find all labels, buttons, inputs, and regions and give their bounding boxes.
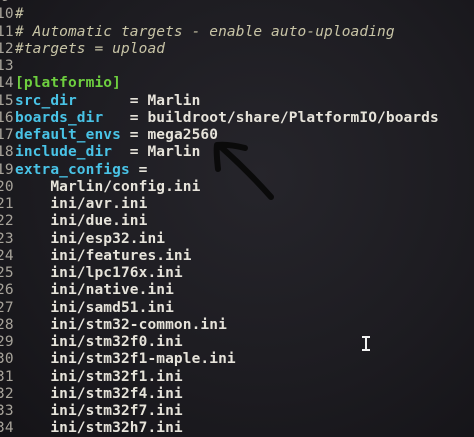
line-number: 11 xyxy=(0,23,14,40)
code-val: ini/samd51.ini xyxy=(15,299,174,316)
terminal-screen: 910#11# Automatic targets - enable auto-… xyxy=(0,0,474,437)
code-key: default_envs xyxy=(15,127,121,143)
line-code: [platformio] xyxy=(15,75,121,92)
code-val: Marlin/config.ini xyxy=(15,178,201,195)
line-number: 27 xyxy=(0,299,14,316)
code-val: = Marlin xyxy=(112,144,201,161)
line-code: include_dir = Marlin xyxy=(15,144,200,161)
line-code: Marlin/config.ini xyxy=(15,179,200,196)
line-code: ini/stm32f4.ini xyxy=(15,386,183,403)
line-code: extra_configs = xyxy=(15,162,147,179)
line-code: ini/due.ini xyxy=(15,213,147,230)
code-val: ini/native.ini xyxy=(15,282,174,299)
line-number: 25 xyxy=(0,265,14,281)
code-val: = Marlin xyxy=(76,92,201,109)
line-number: 18 xyxy=(0,144,14,161)
code-val: = mega2560 xyxy=(120,127,219,143)
line-code: ini/stm32f1-maple.ini xyxy=(15,351,236,368)
code-val: ini/features.ini xyxy=(15,247,192,264)
line-code: ini/stm32f0.ini xyxy=(15,334,183,351)
hand-drawn-arrow-icon xyxy=(213,141,274,200)
code-comment: # xyxy=(15,6,24,23)
code-val: ini/stm32f7.ini xyxy=(15,403,183,419)
line-code: ini/samd51.ini xyxy=(15,300,174,317)
code-val: ini/stm32f1.ini xyxy=(15,368,183,385)
line-number: 14 xyxy=(0,75,14,92)
line-number: 21 xyxy=(0,196,14,212)
line-code: ini/esp32.ini xyxy=(15,231,165,248)
code-val: ini/stm32-common.ini xyxy=(15,316,227,333)
code-val: = buildroot/share/PlatformIO/boards xyxy=(103,109,439,126)
code-val: ini/stm32f0.ini xyxy=(15,334,183,350)
line-code: # xyxy=(15,6,24,23)
line-number: 13 xyxy=(0,58,14,74)
line-number: 29 xyxy=(0,334,14,350)
code-comment: #targets = upload xyxy=(15,40,166,57)
line-code: ini/features.ini xyxy=(15,248,192,265)
line-number: 16 xyxy=(0,109,14,126)
code-val: ini/avr.ini xyxy=(15,196,148,212)
line-code: ini/stm32f7.ini xyxy=(15,403,183,420)
code-val: ini/esp32.ini xyxy=(15,230,166,247)
code-val: ini/stm32f4.ini xyxy=(15,385,183,402)
line-number: 20 xyxy=(0,178,14,195)
code-val: ini/lpc176x.ini xyxy=(15,265,183,281)
code-key: extra_configs xyxy=(15,161,130,178)
line-number: 9 xyxy=(0,0,10,6)
line-number: 28 xyxy=(0,316,14,333)
line-number: 22 xyxy=(0,213,14,230)
line-number: 19 xyxy=(0,161,14,178)
code-key: src_dir xyxy=(15,92,77,109)
line-code: ini/stm32-common.ini xyxy=(15,317,227,334)
line-code: ini/avr.ini xyxy=(15,196,147,213)
code-key: include_dir xyxy=(15,144,113,161)
line-number: 23 xyxy=(0,230,14,247)
line-number: 10 xyxy=(0,6,14,23)
line-number: 34 xyxy=(0,420,14,437)
line-code: ini/stm32h7.ini xyxy=(15,420,183,437)
line-code: src_dir = Marlin xyxy=(15,93,200,110)
code-val: ini/stm32h7.ini xyxy=(15,420,183,437)
line-code: ini/lpc176x.ini xyxy=(15,265,183,282)
text-ibeam-cursor-icon xyxy=(362,335,370,352)
line-number: 17 xyxy=(0,127,14,143)
code-val: ini/due.ini xyxy=(15,213,148,230)
line-code: ini/stm32f1.ini xyxy=(15,369,183,386)
line-number: 31 xyxy=(0,368,14,385)
line-number: 32 xyxy=(0,385,14,402)
line-code: ini/native.ini xyxy=(15,282,174,299)
line-number: 30 xyxy=(0,351,14,368)
line-code: boards_dir = buildroot/share/PlatformIO/… xyxy=(15,110,439,127)
line-number: 24 xyxy=(0,247,14,264)
line-number: 26 xyxy=(0,282,14,299)
code-key: boards_dir xyxy=(15,109,104,126)
code-val: ini/stm32f1-maple.ini xyxy=(15,351,236,368)
code-section: [platformio] xyxy=(15,75,121,92)
code-comment: # Automatic targets - enable auto-upload… xyxy=(15,23,395,40)
line-code: #targets = upload xyxy=(15,41,165,58)
line-number: 33 xyxy=(0,403,14,419)
line-number: 12 xyxy=(0,40,14,57)
line-number: 15 xyxy=(0,92,14,109)
line-code: default_envs = mega2560 xyxy=(15,127,218,144)
line-code: # Automatic targets - enable auto-upload… xyxy=(15,24,395,41)
code-val: = xyxy=(129,161,148,178)
